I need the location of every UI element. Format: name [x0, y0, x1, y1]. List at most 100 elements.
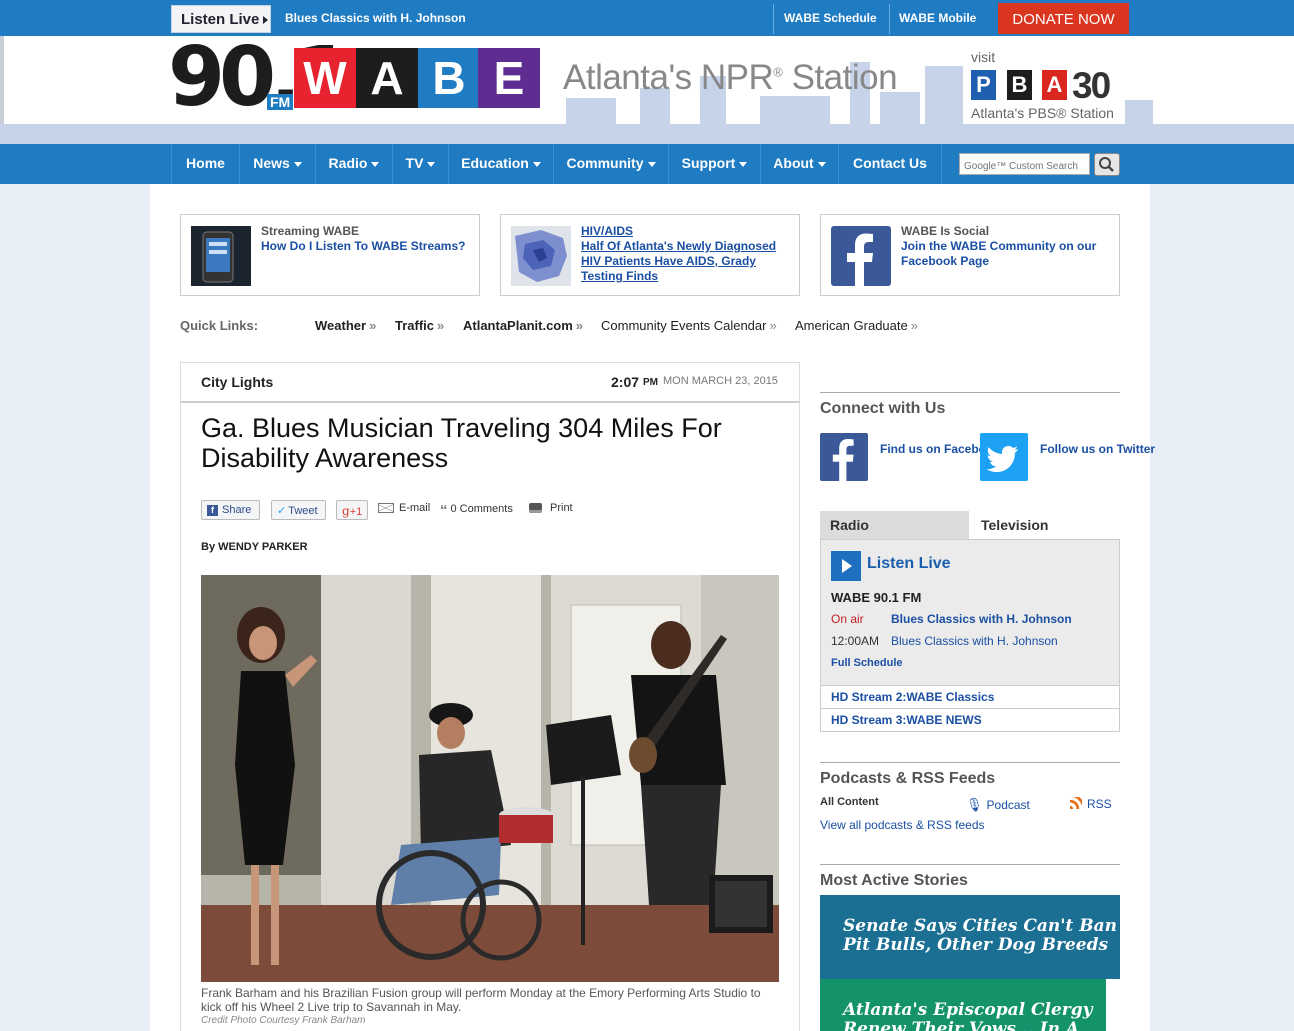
pba-letter-a: A [1042, 70, 1067, 100]
quicklink-community-events[interactable]: Community Events Calendar» [601, 318, 777, 333]
logo-fm: FM [267, 94, 294, 110]
listen-live-link[interactable]: Listen Live [867, 555, 951, 573]
facebook-icon [832, 439, 854, 481]
quicklink-weather[interactable]: Weather» [315, 318, 376, 333]
chevron-down-icon [739, 161, 748, 167]
publish-ampm: PM [643, 377, 658, 388]
podcast-link[interactable]: 🎙 Podcast [966, 797, 1030, 813]
tweet-button[interactable]: ✓ Tweet [271, 500, 326, 520]
listen-live-button[interactable]: Listen Live [171, 5, 271, 33]
nav-radio[interactable]: Radio [315, 144, 392, 184]
divider [773, 4, 774, 34]
nav-community[interactable]: Community [553, 144, 668, 184]
publish-time: 2:07 [611, 374, 640, 390]
station-tagline: Atlanta's NPR® Station [563, 58, 898, 97]
wabe-mobile-link[interactable]: WABE Mobile [899, 11, 976, 25]
play-arrow-icon [263, 16, 269, 25]
twitter-follow-link[interactable] [980, 433, 1028, 481]
facebook-share-button[interactable]: f Share [201, 500, 260, 520]
promo-social[interactable]: WABE Is Social Join the WABE Community o… [820, 214, 1120, 296]
nav-support[interactable]: Support [668, 144, 760, 184]
gplus-icon: g [342, 504, 350, 518]
all-content-label: All Content [820, 796, 879, 808]
page-margin-right [1150, 184, 1294, 1031]
donate-now-button[interactable]: DONATE NOW [998, 3, 1129, 34]
section-link[interactable]: City Lights [201, 374, 273, 390]
promo-category: WABE Is Social [901, 224, 990, 238]
pbs-tagline: Atlanta's PBS® Station [971, 105, 1114, 121]
chevron-down-icon [371, 161, 380, 167]
full-schedule-link[interactable]: Full Schedule [831, 657, 903, 669]
twitter-text-link[interactable]: Follow us on Twitter [1040, 443, 1155, 456]
logo-letter-w: W [294, 48, 356, 108]
view-all-podcasts-link[interactable]: View all podcasts & RSS feeds [820, 818, 985, 832]
promo-category: HIV/AIDS [581, 224, 634, 238]
tab-radio[interactable]: Radio [820, 511, 969, 539]
skyline-building [925, 66, 963, 124]
chevron-down-icon [427, 161, 436, 167]
quicklink-traffic[interactable]: Traffic» [395, 318, 444, 333]
divider [820, 392, 1120, 393]
nav-news[interactable]: News [239, 144, 315, 184]
facebook-icon [831, 226, 891, 286]
rss-icon [1070, 797, 1082, 809]
chevron-down-icon [817, 161, 826, 167]
skyline-building [1125, 100, 1153, 124]
promo-category: Streaming WABE [261, 224, 360, 238]
nav-education[interactable]: Education [448, 144, 553, 184]
map-thumbnail [511, 226, 571, 286]
hd-stream-2-link[interactable]: HD Stream 2:WABE Classics [821, 685, 1119, 708]
band-performance-photo [201, 575, 779, 982]
most-active-story[interactable]: Atlanta's Episcopal Clergy Renew Their V… [820, 979, 1106, 1031]
nav-home[interactable]: Home [171, 144, 239, 184]
pba-number: 30 [1072, 65, 1111, 106]
wabe-schedule-link[interactable]: WABE Schedule [784, 11, 877, 25]
hd-stream-3-link[interactable]: HD Stream 3:WABE NEWS [821, 708, 1119, 731]
listen-live-label: Listen Live [181, 11, 260, 28]
listen-live-play-button[interactable] [831, 551, 861, 581]
logo-letter-b: B [418, 48, 480, 108]
article-photo[interactable] [201, 575, 779, 982]
pba-letter-p: P [971, 70, 996, 100]
rss-link[interactable]: RSS [1070, 797, 1112, 811]
facebook-icon: f [207, 504, 218, 516]
next-show-time: 12:00AM [831, 634, 880, 648]
quicklink-american-graduate[interactable]: American Graduate» [795, 318, 918, 333]
connect-heading: Connect with Us [820, 400, 946, 417]
promo-title: Half Of Atlanta's Newly Diagnosed HIV Pa… [581, 239, 777, 283]
logo-letter-a: A [356, 48, 418, 108]
search-input[interactable] [959, 153, 1090, 175]
visit-label: visit [971, 49, 996, 65]
nav-about[interactable]: About [760, 144, 838, 184]
tab-television[interactable]: Television [969, 511, 1120, 539]
next-show-link[interactable]: Blues Classics with H. Johnson [891, 634, 1058, 648]
nav-tv[interactable]: TV [392, 144, 448, 184]
chevron-down-icon [647, 161, 656, 167]
search-icon [1099, 157, 1114, 172]
station-name: WABE 90.1 FM [831, 590, 922, 605]
twitter-bird-icon [986, 446, 1018, 472]
photo-credit: Credit Photo Courtesy Frank Barham [201, 1015, 366, 1026]
divider [889, 4, 890, 34]
promo-title: How Do I Listen To WABE Streams? [261, 239, 466, 253]
pba-letter-b: B [1007, 70, 1032, 100]
article-headline: Ga. Blues Musician Traveling 304 Miles F… [201, 413, 722, 473]
comments-link[interactable]: “0 Comments [440, 502, 513, 519]
nav-contact-us[interactable]: Contact Us [838, 144, 942, 184]
promo-streaming[interactable]: Streaming WABE How Do I Listen To WABE S… [180, 214, 480, 296]
skyline-building [760, 96, 830, 124]
quicklink-atlantaplanit[interactable]: AtlantaPlanit.com» [463, 318, 583, 333]
most-active-story[interactable]: Senate Says Cities Can't Ban Pit Bulls, … [820, 895, 1120, 979]
on-air-show-link[interactable]: Blues Classics with H. Johnson [891, 612, 1072, 626]
google-plus-button[interactable]: g+1 [336, 500, 368, 520]
email-link[interactable]: E-mail [378, 502, 430, 514]
now-playing-link[interactable]: Blues Classics with H. Johnson [285, 11, 466, 25]
facebook-follow-link[interactable] [820, 433, 868, 481]
search-button[interactable] [1094, 153, 1120, 176]
promo-title: Join the WABE Community on our Facebook … [901, 239, 1097, 268]
promo-hiv-aids[interactable]: HIV/AIDS Half Of Atlanta's Newly Diagnos… [500, 214, 800, 296]
photo-caption: Frank Barham and his Brazilian Fusion gr… [201, 986, 761, 1014]
skyline-building [566, 98, 616, 124]
print-link[interactable]: Print [529, 502, 573, 514]
skyline-graphic [0, 124, 1294, 144]
